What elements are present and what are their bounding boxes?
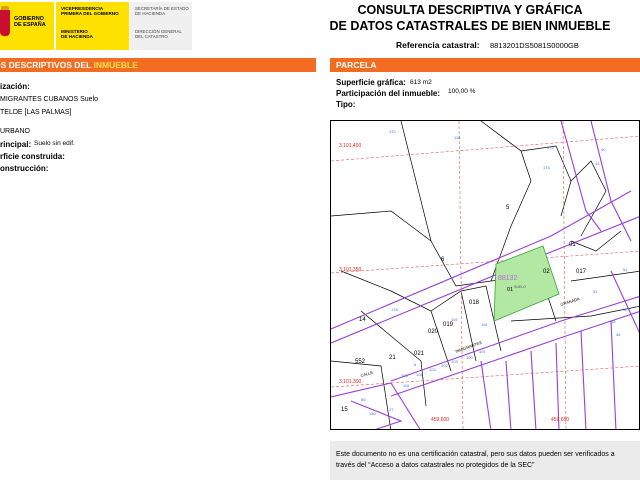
parcel-ref: 88132 bbox=[498, 275, 518, 282]
num-116: 116 bbox=[403, 383, 410, 388]
ministerio-label: Ministerio de Hacienda bbox=[61, 29, 93, 40]
num-41: 41 bbox=[595, 161, 600, 166]
location-label: ización: bbox=[0, 82, 30, 91]
num-46: 46 bbox=[616, 332, 621, 337]
construction-label: onstrucción: bbox=[0, 164, 49, 173]
cadastral-map[interactable]: 3.101.400 3.101.350 3.101.300 459.600 45… bbox=[330, 120, 640, 430]
coord-x2: 459.650 bbox=[551, 417, 569, 423]
plot-02: 02 bbox=[543, 269, 550, 275]
parcel-use: SUELO bbox=[514, 285, 526, 289]
plot-15: 15 bbox=[341, 407, 348, 413]
plot-017: 017 bbox=[576, 269, 587, 275]
address-line2: TELDE [LAS PALMAS] bbox=[0, 109, 72, 116]
num-103: 103 bbox=[451, 359, 458, 364]
street-granada: GRANADA bbox=[560, 296, 581, 307]
share-value: 100,00 % bbox=[448, 88, 476, 95]
plot-5: 5 bbox=[506, 205, 510, 211]
vicepresidencia-label: Vicepresidencia Primera del Gobierno bbox=[61, 6, 119, 17]
map-svg: 3.101.400 3.101.350 3.101.300 459.600 45… bbox=[331, 121, 639, 429]
num-101: 101 bbox=[479, 349, 486, 354]
plot-021: 021 bbox=[414, 351, 425, 357]
num-476: 476 bbox=[547, 145, 554, 150]
page-title: CONSULTA DESCRIPTIVA Y GRÁFICA DE DATOS … bbox=[329, 3, 611, 33]
plot-020: 020 bbox=[428, 329, 439, 335]
type-label: Tipo: bbox=[336, 100, 356, 109]
plot-14: 14 bbox=[359, 317, 366, 323]
parcela-bar: PARCELA bbox=[330, 58, 640, 72]
gobierno-label: Gobierno de España bbox=[14, 16, 46, 28]
footer-line2[interactable]: través del “Acceso a datos catastrales n… bbox=[336, 460, 640, 471]
plot-018: 018 bbox=[469, 300, 480, 306]
num-100: 100 bbox=[466, 355, 473, 360]
num-104: 104 bbox=[429, 367, 436, 372]
plot-019: 019 bbox=[443, 322, 454, 328]
selected-parcel[interactable] bbox=[493, 245, 560, 322]
num-116b: 116 bbox=[481, 322, 488, 327]
num-27: 27 bbox=[389, 407, 394, 412]
use-label: rincipal: bbox=[0, 140, 32, 149]
footer-disclaimer: Este documento no es una certificación c… bbox=[336, 449, 640, 471]
num-102: 102 bbox=[441, 363, 448, 368]
coord-x1: 459.600 bbox=[431, 417, 449, 423]
num-52: 52 bbox=[623, 307, 628, 312]
surface-label: Superficie gráfica: bbox=[336, 78, 406, 87]
ref-catastral-value: 8813201DS5081S0000GB bbox=[490, 41, 579, 50]
num-170: 170 bbox=[389, 129, 396, 134]
parcel-sub: 01 bbox=[507, 287, 513, 293]
class-value: URBANO bbox=[0, 128, 30, 135]
share-label: Participación del inmueble: bbox=[336, 89, 441, 98]
num-51b: 51 bbox=[623, 267, 628, 272]
num-45: 45 bbox=[611, 319, 616, 324]
num-108: 108 bbox=[416, 372, 423, 377]
red-alignment-lines bbox=[331, 121, 639, 429]
num-118: 118 bbox=[454, 135, 461, 140]
direccion-label: Dirección General del Catastro bbox=[135, 29, 182, 39]
coord-top: 3.101.400 bbox=[339, 143, 361, 149]
footer-line1: Este documento no es una certificación c… bbox=[336, 451, 615, 458]
num-8: 8 bbox=[414, 362, 417, 367]
coord-mid: 3.101.350 bbox=[339, 267, 361, 273]
num-40: 40 bbox=[601, 147, 606, 152]
descriptive-data-bar: OS DESCRIPTIVOS DEL INMUEBLE bbox=[0, 58, 316, 72]
num-175: 175 bbox=[543, 165, 550, 170]
num-119: 119 bbox=[451, 317, 458, 322]
num-106: 106 bbox=[401, 373, 408, 378]
street-calle: CALLE bbox=[360, 370, 374, 378]
built-area-label: rficie construida: bbox=[0, 152, 65, 161]
address-line1: MIGRANTES CUBANOS Suelo bbox=[0, 96, 99, 103]
coat-of-arms-icon bbox=[0, 10, 10, 36]
plot-01: 01 bbox=[569, 242, 576, 248]
ref-catastral-label: Referencia catastral: bbox=[396, 40, 480, 50]
secretaria-label: Secretaría de Estado de Hacienda bbox=[135, 6, 189, 16]
plot-552: 552 bbox=[355, 359, 366, 365]
num-150: 150 bbox=[369, 411, 376, 416]
coord-bottom: 3.101.300 bbox=[339, 379, 361, 385]
num-51a: 51 bbox=[593, 289, 598, 294]
plot-21: 21 bbox=[389, 355, 396, 361]
plot-6: 6 bbox=[441, 257, 445, 263]
surface-value: 613 m2 bbox=[410, 79, 432, 86]
num-65: 65 bbox=[361, 397, 366, 402]
use-value: Suelo sin edif. bbox=[34, 140, 75, 147]
num-176: 176 bbox=[391, 307, 398, 312]
